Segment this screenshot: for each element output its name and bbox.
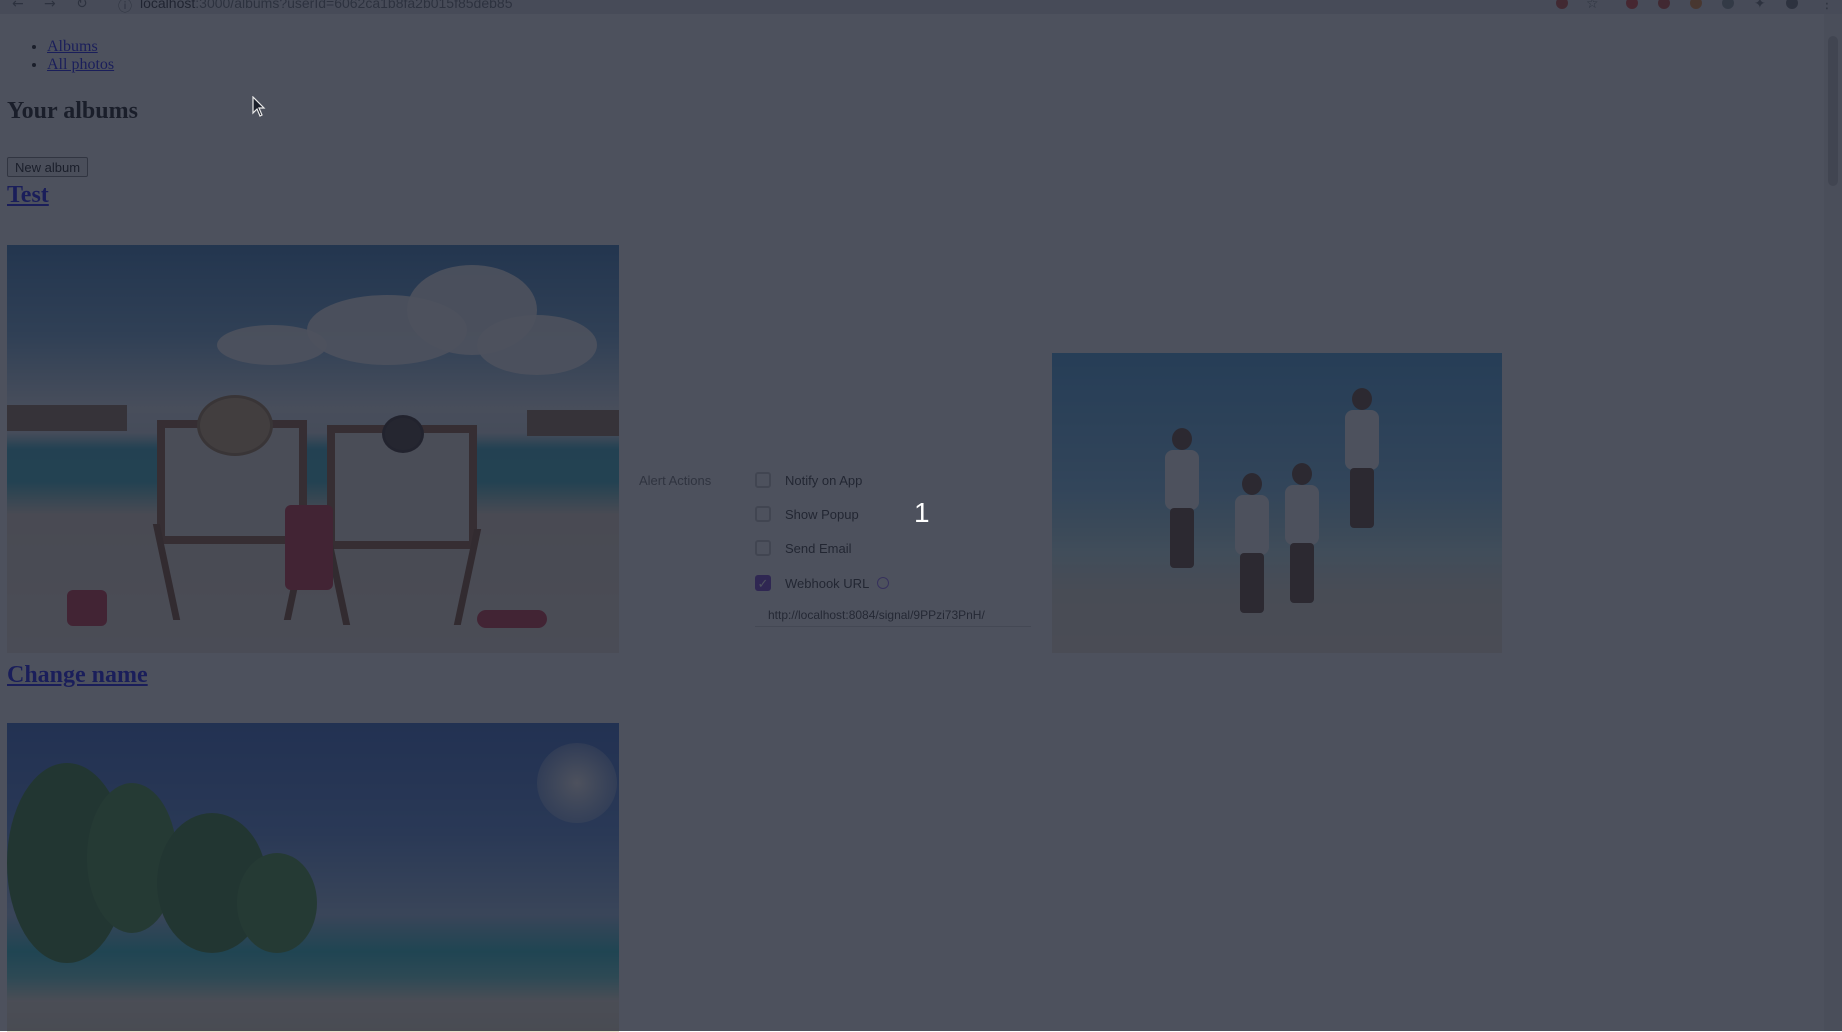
mouse-cursor-icon: [252, 96, 266, 117]
alert-actions-label: Alert Actions: [639, 473, 712, 488]
profile-avatar-icon[interactable]: [1786, 0, 1798, 9]
browser-toolbar: ← → ↻ ⓘ localhost:3000/albums?userId=606…: [0, 0, 1842, 14]
beach-chairs-photo[interactable]: [7, 245, 619, 653]
puzzle-extensions-icon[interactable]: ✦: [1754, 0, 1766, 12]
album-title-change-name: Change name: [7, 662, 148, 689]
album-link-test[interactable]: Test: [7, 182, 49, 208]
nav-item-albums: Albums: [47, 38, 114, 56]
webhook-url-option[interactable]: ✓ Webhook URL: [755, 573, 890, 593]
show-popup-option[interactable]: Show Popup: [755, 504, 859, 524]
reload-icon[interactable]: ↻: [76, 0, 88, 12]
forward-icon[interactable]: →: [44, 0, 56, 12]
page-title: Your albums: [7, 98, 138, 124]
new-album-button[interactable]: New album: [7, 157, 89, 177]
album-title-test: Test: [7, 182, 49, 209]
step-number-label: 1: [914, 497, 930, 528]
scrollbar-thumb[interactable]: [1828, 36, 1838, 186]
nav-item-all-photos: All photos: [47, 56, 114, 74]
notify-on-app-option[interactable]: Notify on App: [755, 470, 862, 490]
webhook-url-label: Webhook URL: [785, 575, 870, 591]
show-popup-label: Show Popup: [785, 506, 859, 522]
all-photos-link[interactable]: All photos: [47, 56, 114, 73]
url-host: localhost: [140, 0, 196, 11]
show-popup-checkbox[interactable]: [755, 506, 771, 522]
notify-on-app-checkbox[interactable]: [755, 472, 771, 488]
extension-badge-icon[interactable]: [1626, 0, 1638, 9]
webhook-url-input[interactable]: [755, 603, 1031, 627]
notify-on-app-label: Notify on App: [785, 472, 863, 488]
url-path: :3000/albums?userId=6062ca1b8fa2b015f85d…: [195, 0, 513, 11]
address-bar[interactable]: localhost:3000/albums?userId=6062ca1b8fa…: [140, 0, 512, 11]
info-icon[interactable]: [877, 577, 890, 589]
bookmark-star-icon[interactable]: ☆: [1586, 0, 1599, 12]
shield-extension-icon[interactable]: [1658, 0, 1670, 9]
send-email-option[interactable]: Send Email: [755, 538, 851, 558]
extension-icon[interactable]: [1556, 0, 1568, 9]
webhook-url-checkbox[interactable]: ✓: [755, 575, 771, 591]
site-info-icon[interactable]: ⓘ: [118, 0, 132, 14]
send-email-label: Send Email: [785, 540, 852, 556]
menu-kebab-icon[interactable]: ⋮: [1820, 0, 1834, 12]
albums-link[interactable]: Albums: [47, 38, 98, 55]
back-icon[interactable]: ←: [12, 0, 24, 12]
palm-beach-photo[interactable]: [7, 723, 619, 1032]
fox-extension-icon[interactable]: [1690, 0, 1702, 9]
send-email-checkbox[interactable]: [755, 540, 771, 556]
alert-actions-panel: Alert Actions Notify on App Show Popup S…: [624, 468, 1047, 639]
album-link-change-name[interactable]: Change name: [7, 662, 148, 688]
globe-extension-icon[interactable]: [1722, 0, 1734, 9]
page-scrollbar[interactable]: [1824, 14, 1842, 1031]
main-nav: Albums All photos: [0, 38, 114, 74]
family-jumping-photo[interactable]: [1052, 353, 1502, 653]
